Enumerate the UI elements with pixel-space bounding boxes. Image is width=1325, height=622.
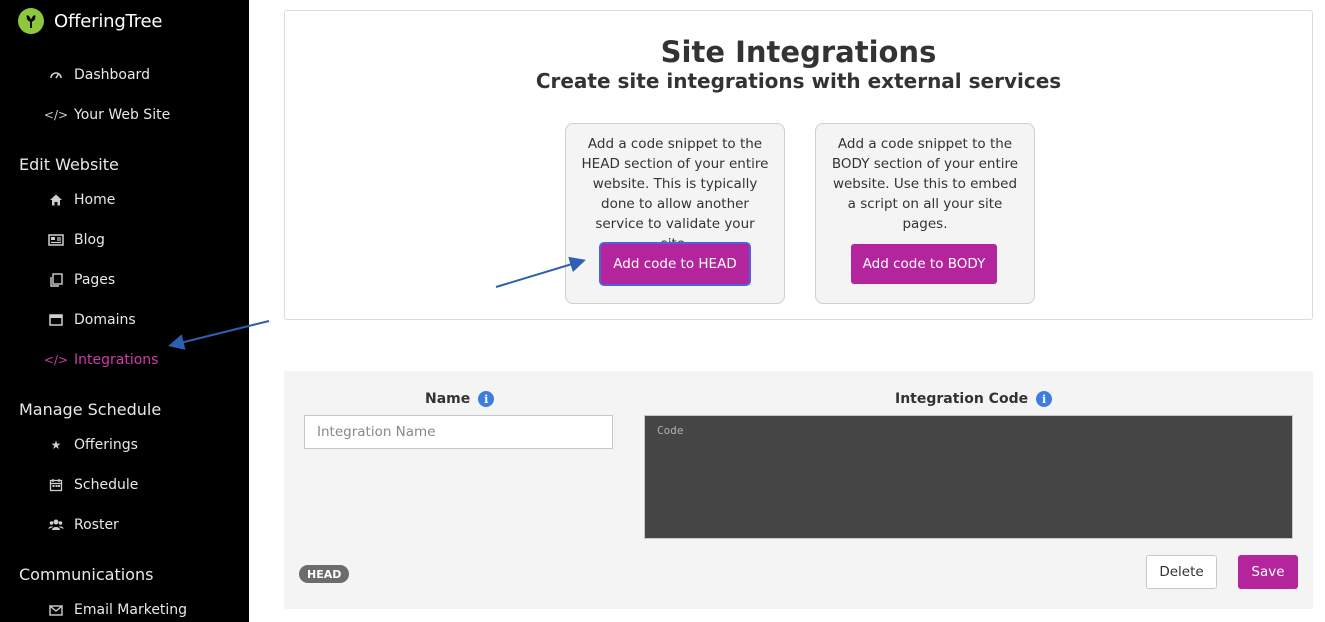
info-icon[interactable]: i bbox=[478, 391, 495, 407]
section-title-manage-schedule: Manage Schedule bbox=[19, 400, 162, 419]
star-icon: ★ bbox=[50, 438, 62, 452]
newspaper-icon bbox=[48, 232, 64, 248]
integration-code-label-text: Integration Code bbox=[895, 391, 1029, 407]
code-icon: </> bbox=[43, 108, 69, 122]
section-title-edit-website: Edit Website bbox=[19, 155, 119, 174]
sidebar-item-email-marketing[interactable]: Email Marketing bbox=[48, 600, 187, 620]
integration-code-input[interactable] bbox=[644, 415, 1293, 539]
sidebar-item-label: Pages bbox=[74, 272, 116, 288]
page-subtitle: Create site integrations with external s… bbox=[535, 69, 1062, 93]
window-icon bbox=[48, 312, 64, 328]
sidebar-item-your-web-site[interactable]: </> Your Web Site bbox=[43, 105, 171, 125]
sidebar-item-label: Home bbox=[74, 192, 116, 208]
sidebar-item-home[interactable]: Home bbox=[48, 190, 115, 210]
sidebar-item-label: Your Web Site bbox=[74, 107, 171, 123]
calendar-icon bbox=[48, 477, 64, 493]
body-option-description: Add a code snippet to the BODY section o… bbox=[831, 136, 1019, 232]
section-title-communications: Communications bbox=[19, 565, 154, 584]
sidebar-item-label: Blog bbox=[74, 232, 105, 248]
sidebar-item-integrations[interactable]: </> Integrations bbox=[43, 350, 159, 370]
sidebar-item-label: Offerings bbox=[74, 437, 138, 453]
home-icon bbox=[48, 192, 64, 208]
integration-name-input[interactable] bbox=[304, 415, 613, 449]
pages-icon bbox=[48, 272, 64, 288]
sidebar: OfferingTree Dashboard </> Your Web Site… bbox=[0, 0, 249, 622]
users-icon bbox=[48, 517, 64, 533]
name-label-text: Name bbox=[425, 391, 471, 407]
leaf-logo-icon bbox=[18, 8, 44, 34]
page-title: Site Integrations bbox=[660, 35, 937, 69]
section-badge: HEAD bbox=[299, 565, 350, 583]
site-integrations-card: Site Integrations Create site integratio… bbox=[284, 10, 1313, 320]
sidebar-item-roster[interactable]: Roster bbox=[48, 515, 119, 535]
head-option-box: Add a code snippet to the HEAD section o… bbox=[565, 123, 785, 304]
dashboard-icon bbox=[48, 67, 64, 83]
sidebar-item-schedule[interactable]: Schedule bbox=[48, 475, 138, 495]
sidebar-item-dashboard[interactable]: Dashboard bbox=[48, 65, 150, 85]
sidebar-item-offerings[interactable]: ★ Offerings bbox=[48, 435, 138, 455]
sidebar-item-blog[interactable]: Blog bbox=[48, 230, 105, 250]
integration-form: Name i Integration Code i HEAD Delete Sa… bbox=[284, 371, 1313, 609]
envelope-icon bbox=[48, 602, 64, 618]
save-button[interactable]: Save bbox=[1238, 555, 1298, 589]
sidebar-item-pages[interactable]: Pages bbox=[48, 270, 115, 290]
head-option-description: Add a code snippet to the HEAD section o… bbox=[581, 136, 769, 252]
integration-code-label: Integration Code i bbox=[895, 391, 1053, 407]
code-icon: </> bbox=[43, 353, 69, 367]
brand-name: OfferingTree bbox=[54, 10, 163, 32]
sidebar-item-label: Email Marketing bbox=[74, 602, 188, 618]
sidebar-item-label: Integrations bbox=[74, 352, 159, 368]
name-label: Name i bbox=[425, 391, 495, 407]
brand[interactable]: OfferingTree bbox=[18, 8, 162, 34]
sidebar-item-label: Schedule bbox=[74, 477, 139, 493]
delete-button[interactable]: Delete bbox=[1146, 555, 1217, 589]
body-option-box: Add a code snippet to the BODY section o… bbox=[815, 123, 1035, 304]
sidebar-item-label: Roster bbox=[74, 517, 119, 533]
sidebar-item-domains[interactable]: Domains bbox=[48, 310, 136, 330]
add-code-to-head-button[interactable]: Add code to HEAD bbox=[601, 244, 749, 284]
info-icon[interactable]: i bbox=[1036, 391, 1053, 407]
sidebar-item-label: Dashboard bbox=[74, 67, 150, 83]
add-code-to-body-button[interactable]: Add code to BODY bbox=[851, 244, 997, 284]
sidebar-item-label: Domains bbox=[74, 312, 136, 328]
